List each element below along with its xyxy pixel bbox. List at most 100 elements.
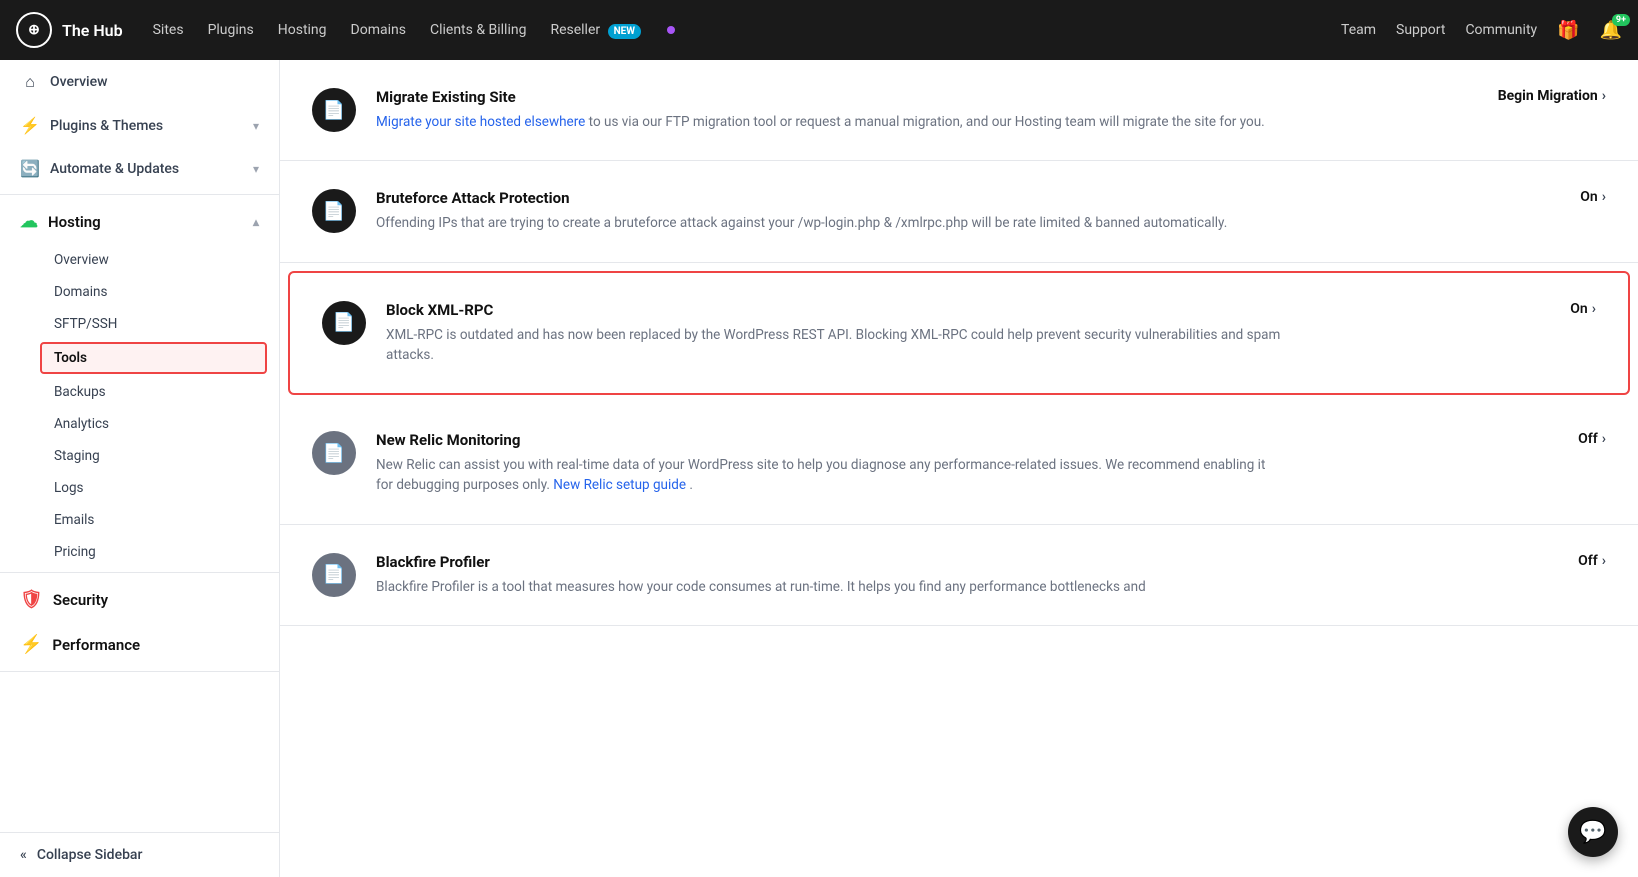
migrate-title: Migrate Existing Site bbox=[376, 88, 1458, 106]
sidebar-sub-hosting-overview[interactable]: Overview bbox=[0, 244, 279, 276]
plugins-icon: ⚡ bbox=[20, 116, 40, 135]
nav-community[interactable]: Community bbox=[1465, 22, 1537, 38]
logo-icon: ⊕ bbox=[16, 12, 52, 48]
migrate-desc: Migrate your site hosted elsewhere to us… bbox=[376, 112, 1276, 132]
sidebar-sub-hosting-logs[interactable]: Logs bbox=[0, 472, 279, 504]
topnav-right: Team Support Community 🎁 🔔 9+ bbox=[1341, 20, 1622, 41]
newrelic-title: New Relic Monitoring bbox=[376, 431, 1538, 449]
reseller-badge: NEW bbox=[608, 24, 641, 39]
xmlrpc-desc: XML-RPC is outdated and has now been rep… bbox=[386, 325, 1286, 366]
nav-plugins[interactable]: Plugins bbox=[208, 22, 254, 38]
sidebar: ⌂ Overview ⚡ Plugins & Themes ▾ 🔄 Automa… bbox=[0, 60, 280, 877]
newrelic-desc-before: New Relic can assist you with real-time … bbox=[376, 457, 1265, 493]
begin-migration-action[interactable]: Begin Migration › bbox=[1478, 88, 1606, 104]
nav-domains[interactable]: Domains bbox=[351, 22, 406, 38]
sidebar-sub-hosting-tools[interactable]: Tools bbox=[40, 342, 267, 374]
hosting-cloud-icon: ☁ bbox=[20, 211, 38, 232]
automate-icon: 🔄 bbox=[20, 159, 40, 178]
collapse-sidebar-label: Collapse Sidebar bbox=[37, 847, 143, 863]
sidebar-item-plugins-themes[interactable]: ⚡ Plugins & Themes ▾ bbox=[0, 104, 279, 147]
bruteforce-body: Bruteforce Attack Protection Offending I… bbox=[376, 189, 1540, 233]
sidebar-plugins-label: Plugins & Themes bbox=[50, 118, 243, 134]
tool-card-newrelic: 📄 New Relic Monitoring New Relic can ass… bbox=[280, 403, 1638, 525]
sidebar-divider-3 bbox=[0, 671, 279, 672]
sidebar-sub-hosting-domains[interactable]: Domains bbox=[0, 276, 279, 308]
newrelic-chevron: › bbox=[1602, 431, 1606, 447]
nav-dot-indicator bbox=[667, 26, 675, 34]
hosting-chevron-up-icon: ▴ bbox=[253, 215, 259, 229]
sidebar-performance-header[interactable]: ⚡ Performance bbox=[0, 622, 279, 667]
sidebar-performance-label: Performance bbox=[52, 636, 140, 654]
nav-team[interactable]: Team bbox=[1341, 22, 1376, 38]
sidebar-security-label: Security bbox=[53, 591, 108, 609]
xmlrpc-chevron: › bbox=[1592, 301, 1596, 317]
nav-reseller[interactable]: Reseller NEW bbox=[550, 22, 641, 38]
sidebar-sub-hosting-sftp[interactable]: SFTP/SSH bbox=[0, 308, 279, 340]
chevron-down-icon-2: ▾ bbox=[253, 162, 259, 176]
sidebar-hosting-label: Hosting bbox=[48, 213, 101, 231]
collapse-sidebar-button[interactable]: « Collapse Sidebar bbox=[0, 832, 279, 877]
topnav-links: Sites Plugins Hosting Domains Clients & … bbox=[153, 22, 1341, 38]
newrelic-desc: New Relic can assist you with real-time … bbox=[376, 455, 1276, 496]
sidebar-sub-hosting-backups[interactable]: Backups bbox=[0, 376, 279, 408]
newrelic-icon: 📄 bbox=[312, 431, 356, 475]
logo[interactable]: ⊕ The Hub bbox=[16, 12, 123, 48]
bruteforce-chevron: › bbox=[1602, 189, 1606, 205]
tool-card-xmlrpc: 📄 Block XML-RPC XML-RPC is outdated and … bbox=[288, 271, 1630, 396]
nav-support[interactable]: Support bbox=[1396, 22, 1445, 38]
xmlrpc-title: Block XML-RPC bbox=[386, 301, 1530, 319]
blackfire-icon: 📄 bbox=[312, 553, 356, 597]
sidebar-divider-1 bbox=[0, 194, 279, 195]
blackfire-chevron: › bbox=[1602, 553, 1606, 569]
sidebar-item-automate-updates[interactable]: 🔄 Automate & Updates ▾ bbox=[0, 147, 279, 190]
migrate-desc-after: to us via our FTP migration tool or requ… bbox=[589, 114, 1265, 130]
sidebar-item-overview[interactable]: ⌂ Overview bbox=[0, 60, 279, 104]
migrate-link[interactable]: Migrate your site hosted elsewhere bbox=[376, 114, 585, 130]
chevron-down-icon: ▾ bbox=[253, 119, 259, 133]
bruteforce-desc: Offending IPs that are trying to create … bbox=[376, 213, 1276, 233]
blackfire-desc: Blackfire Profiler is a tool that measur… bbox=[376, 577, 1276, 597]
migrate-icon: 📄 bbox=[312, 88, 356, 132]
notif-badge: 9+ bbox=[1612, 14, 1630, 26]
home-icon: ⌂ bbox=[20, 72, 40, 92]
fab-icon: 💬 bbox=[1579, 820, 1606, 845]
sidebar-sub-hosting-pricing[interactable]: Pricing bbox=[0, 536, 279, 568]
xmlrpc-body: Block XML-RPC XML-RPC is outdated and ha… bbox=[386, 301, 1530, 366]
newrelic-toggle[interactable]: Off › bbox=[1558, 431, 1606, 447]
gift-button[interactable]: 🎁 bbox=[1557, 20, 1579, 41]
bruteforce-icon: 📄 bbox=[312, 189, 356, 233]
collapse-icon: « bbox=[20, 847, 27, 863]
nav-sites[interactable]: Sites bbox=[153, 22, 184, 38]
sidebar-overview-label: Overview bbox=[50, 74, 259, 90]
newrelic-setup-link[interactable]: New Relic setup guide bbox=[553, 477, 686, 493]
topnav: ⊕ The Hub Sites Plugins Hosting Domains … bbox=[0, 0, 1638, 60]
sidebar-hosting-header[interactable]: ☁ Hosting ▴ bbox=[0, 199, 279, 244]
blackfire-body: Blackfire Profiler Blackfire Profiler is… bbox=[376, 553, 1538, 597]
bruteforce-title: Bruteforce Attack Protection bbox=[376, 189, 1540, 207]
fab-button[interactable]: 💬 bbox=[1568, 807, 1618, 857]
migrate-body: Migrate Existing Site Migrate your site … bbox=[376, 88, 1458, 132]
sidebar-divider-2 bbox=[0, 572, 279, 573]
blackfire-toggle[interactable]: Off › bbox=[1558, 553, 1606, 569]
sidebar-security-header[interactable]: 🛡 Security bbox=[0, 577, 279, 622]
sidebar-sub-hosting-analytics[interactable]: Analytics bbox=[0, 408, 279, 440]
sidebar-sub-hosting-staging[interactable]: Staging bbox=[0, 440, 279, 472]
newrelic-body: New Relic Monitoring New Relic can assis… bbox=[376, 431, 1538, 496]
xmlrpc-toggle[interactable]: On › bbox=[1550, 301, 1596, 317]
main-layout: ⌂ Overview ⚡ Plugins & Themes ▾ 🔄 Automa… bbox=[0, 60, 1638, 877]
security-shield-icon: 🛡 bbox=[20, 589, 43, 610]
tool-card-migrate: 📄 Migrate Existing Site Migrate your sit… bbox=[280, 60, 1638, 161]
notifications-button[interactable]: 🔔 9+ bbox=[1600, 20, 1622, 41]
sidebar-sub-hosting-emails[interactable]: Emails bbox=[0, 504, 279, 536]
sidebar-automate-label: Automate & Updates bbox=[50, 161, 243, 177]
performance-icon: ⚡ bbox=[20, 634, 42, 655]
newrelic-desc-after: . bbox=[689, 477, 693, 493]
begin-migration-chevron: › bbox=[1602, 88, 1606, 104]
nav-hosting[interactable]: Hosting bbox=[278, 22, 327, 38]
bruteforce-toggle[interactable]: On › bbox=[1560, 189, 1606, 205]
content-inner: 📄 Migrate Existing Site Migrate your sit… bbox=[280, 60, 1638, 626]
tool-card-blackfire: 📄 Blackfire Profiler Blackfire Profiler … bbox=[280, 525, 1638, 626]
main-content: 📄 Migrate Existing Site Migrate your sit… bbox=[280, 60, 1638, 877]
nav-clients-billing[interactable]: Clients & Billing bbox=[430, 22, 526, 38]
app-title: The Hub bbox=[62, 21, 123, 40]
